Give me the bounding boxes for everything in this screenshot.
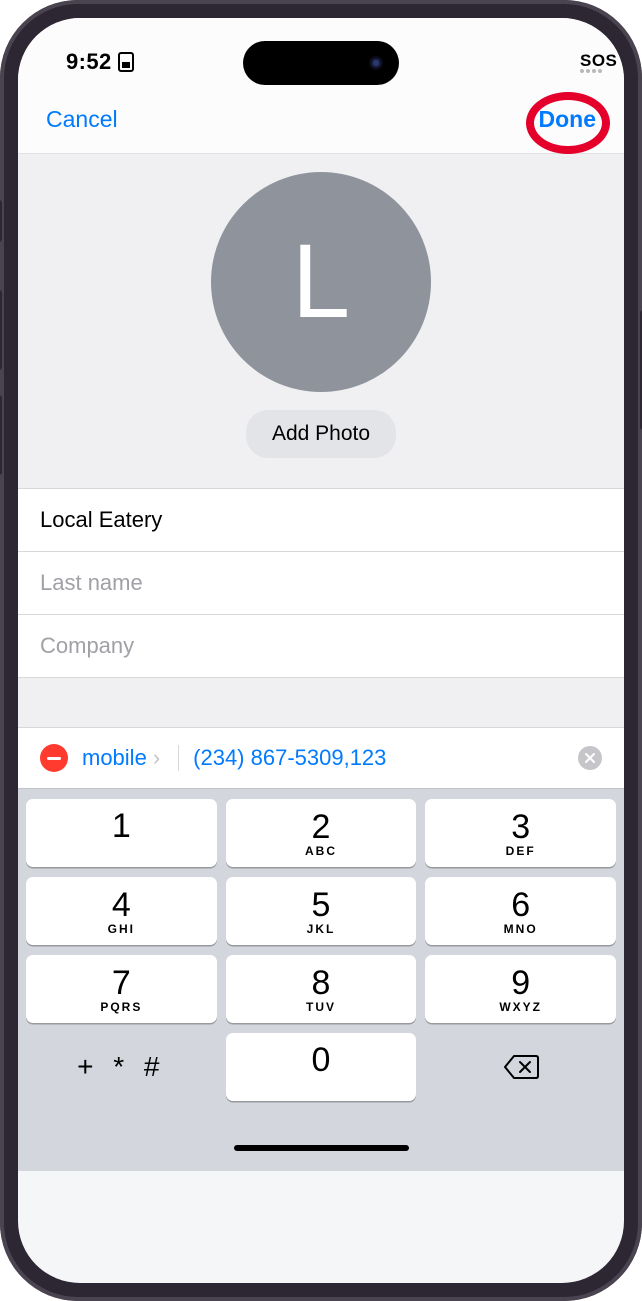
- key-3[interactable]: 3DEF: [425, 799, 616, 867]
- clear-text-button[interactable]: [578, 746, 602, 770]
- key-4[interactable]: 4GHI: [26, 877, 217, 945]
- sim-icon: [118, 52, 134, 72]
- phone-entry-row: mobile › (234) 867-5309,123: [18, 728, 624, 788]
- contact-avatar[interactable]: L: [211, 172, 431, 392]
- key-5[interactable]: 5JKL: [226, 877, 417, 945]
- name-fields-group: [18, 488, 624, 678]
- key-1[interactable]: 1: [26, 799, 217, 867]
- phone-number-input[interactable]: (234) 867-5309,123: [193, 745, 564, 771]
- add-photo-button[interactable]: Add Photo: [246, 410, 396, 458]
- phone-frame: 9:52 SOS 80: [0, 0, 642, 1301]
- cancel-button[interactable]: Cancel: [46, 106, 118, 133]
- first-name-field[interactable]: [40, 507, 602, 533]
- key-7[interactable]: 7PQRS: [26, 955, 217, 1023]
- screen: 9:52 SOS 80: [18, 18, 624, 1283]
- key-symbols[interactable]: + * #: [26, 1033, 217, 1101]
- nav-bar: Cancel Done: [18, 88, 624, 154]
- avatar-initial: L: [292, 222, 350, 342]
- key-0[interactable]: 0: [226, 1033, 417, 1101]
- backspace-key[interactable]: [425, 1033, 616, 1101]
- last-name-field[interactable]: [40, 570, 602, 596]
- remove-phone-button[interactable]: [40, 744, 68, 772]
- done-button[interactable]: Done: [539, 106, 597, 133]
- phone-label-selector[interactable]: mobile ›: [82, 745, 179, 771]
- section-gap: [18, 678, 624, 728]
- key-9[interactable]: 9WXYZ: [425, 955, 616, 1023]
- home-indicator[interactable]: [234, 1145, 409, 1151]
- dynamic-island: [243, 41, 399, 85]
- status-time: 9:52: [66, 49, 112, 75]
- company-field[interactable]: [40, 633, 602, 659]
- photo-section: L Add Photo: [18, 154, 624, 488]
- numeric-keypad: 1 2ABC 3DEF 4GHI 5JKL 6MNO 7PQRS 8TUV 9W…: [18, 788, 624, 1113]
- chevron-right-icon: ›: [153, 745, 160, 771]
- volume-down-button: [0, 395, 2, 475]
- sos-indicator: SOS: [580, 51, 617, 73]
- key-2[interactable]: 2ABC: [226, 799, 417, 867]
- silent-switch: [0, 200, 2, 242]
- key-8[interactable]: 8TUV: [226, 955, 417, 1023]
- volume-up-button: [0, 290, 2, 370]
- key-6[interactable]: 6MNO: [425, 877, 616, 945]
- phone-label-text: mobile: [82, 745, 147, 771]
- home-indicator-area: [18, 1113, 624, 1171]
